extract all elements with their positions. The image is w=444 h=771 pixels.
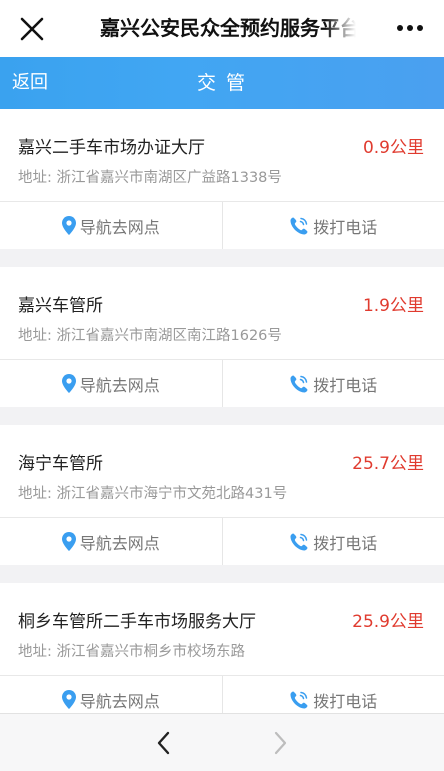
page-title: 交 管 — [196, 72, 248, 94]
call-label: 拨打电话 — [313, 691, 378, 711]
location-actions: 导航去网点 拨打电话 — [0, 360, 444, 407]
call-label: 拨打电话 — [313, 375, 378, 395]
phone-icon — [290, 217, 308, 234]
location-address: 地址: 浙江省嘉兴市桐乡市校场东路 — [18, 644, 245, 660]
location-pin-icon — [61, 374, 76, 393]
bottom-nav-bar — [0, 713, 444, 771]
location-info[interactable]: 桐乡车管所二手车市场服务大厅 25.9公里 地址: 浙江省嘉兴市桐乡市校场东路 — [0, 583, 444, 676]
window-title: 嘉兴公安民众全预约服务平台 — [100, 16, 356, 40]
location-actions: 导航去网点 拨打电话 — [0, 202, 444, 249]
close-icon[interactable] — [18, 15, 46, 43]
navigate-label: 导航去网点 — [79, 375, 160, 395]
navigate-label: 导航去网点 — [79, 691, 160, 711]
location-info[interactable]: 海宁车管所 25.7公里 地址: 浙江省嘉兴市海宁市文苑北路431号 — [0, 425, 444, 518]
call-button[interactable]: 拨打电话 — [223, 518, 444, 565]
navigate-label: 导航去网点 — [79, 533, 160, 553]
location-address: 地址: 浙江省嘉兴市南湖区南江路1626号 — [18, 328, 282, 344]
location-address: 地址: 浙江省嘉兴市海宁市文苑北路431号 — [18, 486, 288, 502]
location-name: 桐乡车管所二手车市场服务大厅 — [18, 612, 256, 632]
location-info[interactable]: 嘉兴二手车市场办证大厅 0.9公里 地址: 浙江省嘉兴市南湖区广益路1338号 — [0, 109, 444, 202]
navigate-label: 导航去网点 — [79, 217, 160, 237]
location-distance: 25.7公里 — [352, 454, 424, 474]
location-info[interactable]: 嘉兴车管所 1.9公里 地址: 浙江省嘉兴市南湖区南江路1626号 — [0, 267, 444, 360]
phone-icon — [290, 691, 308, 708]
location-distance: 1.9公里 — [362, 296, 424, 316]
location-pin-icon — [61, 690, 76, 709]
call-label: 拨打电话 — [313, 217, 378, 237]
location-pin-icon — [61, 532, 76, 551]
location-name: 嘉兴二手车市场办证大厅 — [18, 138, 205, 158]
location-card: 嘉兴二手车市场办证大厅 0.9公里 地址: 浙江省嘉兴市南湖区广益路1338号 … — [0, 109, 444, 249]
location-actions: 导航去网点 拨打电话 — [0, 518, 444, 565]
wechat-top-bar: 嘉兴公安民众全预约服务平台 — [0, 0, 444, 57]
location-distance: 25.9公里 — [352, 612, 424, 632]
location-list: 嘉兴二手车市场办证大厅 0.9公里 地址: 浙江省嘉兴市南湖区广益路1338号 … — [0, 109, 444, 741]
chevron-left-icon[interactable] — [152, 730, 176, 756]
location-card: 海宁车管所 25.7公里 地址: 浙江省嘉兴市海宁市文苑北路431号 导航去网点… — [0, 425, 444, 565]
phone-icon — [290, 375, 308, 392]
app-header: 返回 交 管 — [0, 57, 444, 109]
location-card: 嘉兴车管所 1.9公里 地址: 浙江省嘉兴市南湖区南江路1626号 导航去网点 … — [0, 267, 444, 407]
call-button[interactable]: 拨打电话 — [223, 202, 444, 249]
navigate-button[interactable]: 导航去网点 — [0, 202, 223, 249]
location-distance: 0.9公里 — [362, 138, 424, 158]
chevron-right-icon[interactable] — [268, 730, 292, 756]
phone-icon — [290, 533, 308, 550]
call-label: 拨打电话 — [313, 533, 378, 553]
back-button[interactable]: 返回 — [12, 57, 48, 109]
navigate-button[interactable]: 导航去网点 — [0, 360, 223, 407]
location-card: 桐乡车管所二手车市场服务大厅 25.9公里 地址: 浙江省嘉兴市桐乡市校场东路 … — [0, 583, 444, 723]
location-pin-icon — [61, 216, 76, 235]
location-name: 嘉兴车管所 — [18, 296, 103, 316]
location-address: 地址: 浙江省嘉兴市南湖区广益路1338号 — [18, 170, 282, 186]
navigate-button[interactable]: 导航去网点 — [0, 518, 223, 565]
location-name: 海宁车管所 — [18, 454, 103, 474]
call-button[interactable]: 拨打电话 — [223, 360, 444, 407]
more-icon[interactable] — [396, 18, 424, 38]
